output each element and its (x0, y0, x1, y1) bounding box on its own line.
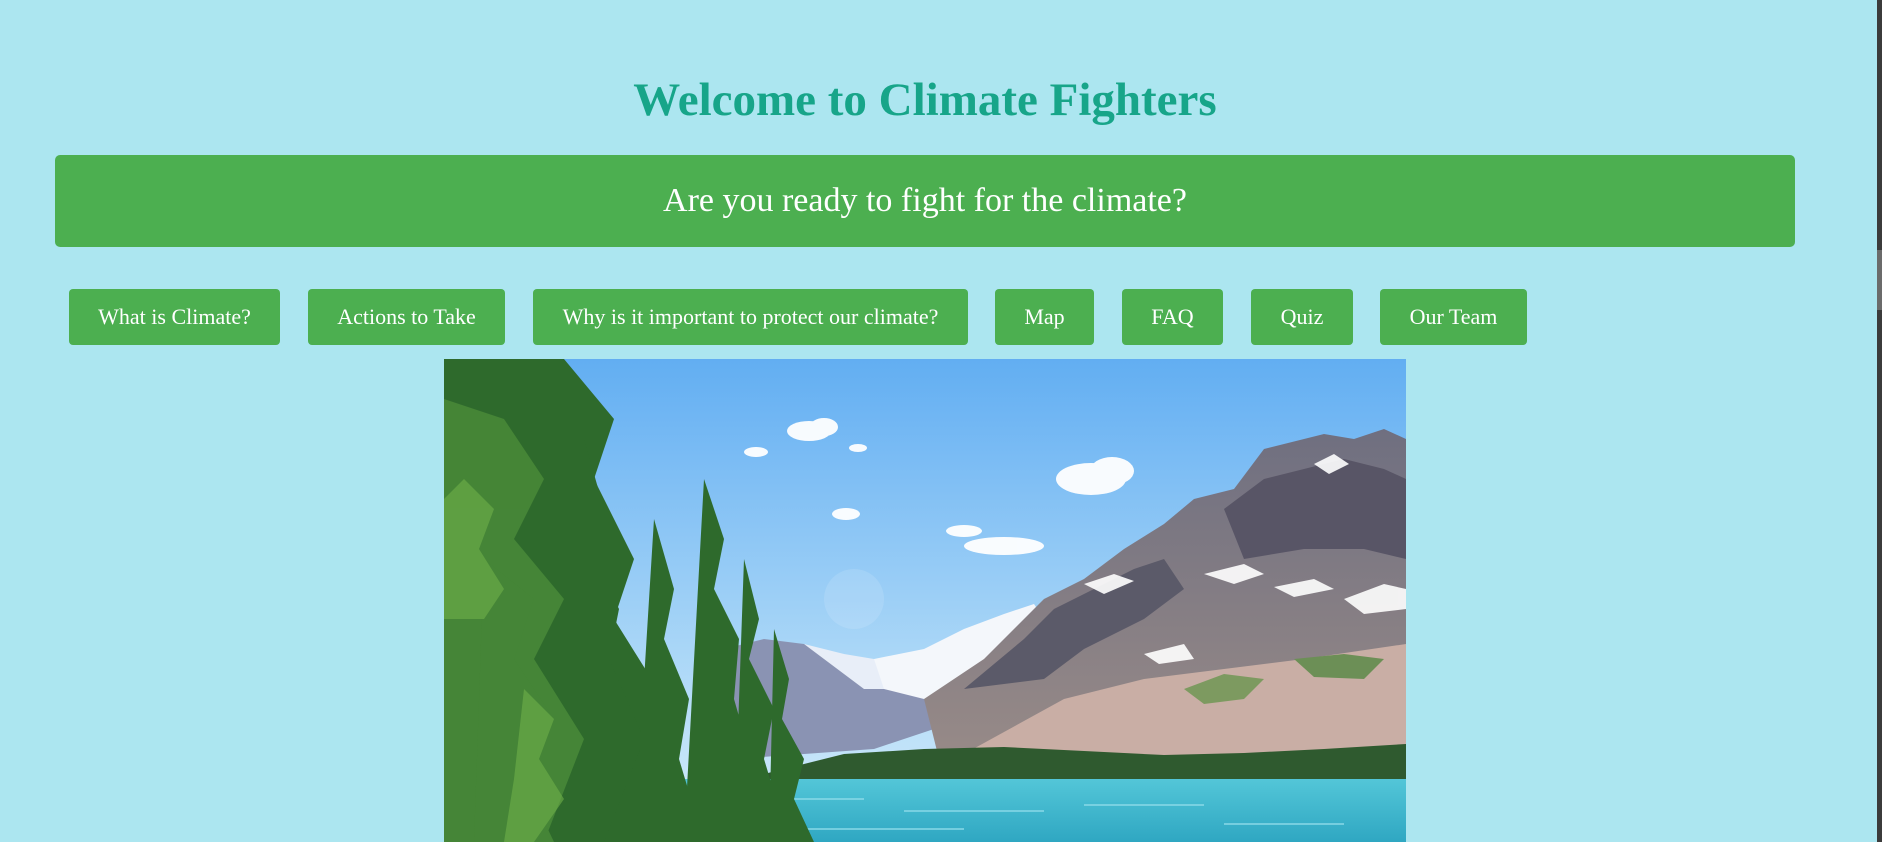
vertical-scrollbar[interactable] (1877, 0, 1882, 842)
main-nav: What is Climate? Actions to Take Why is … (69, 289, 1527, 345)
mountain-lake-image (444, 359, 1406, 842)
hero-banner: Are you ready to fight for the climate? (55, 155, 1795, 247)
scrollbar-thumb[interactable] (1877, 250, 1882, 310)
hero-image (444, 359, 1406, 842)
nav-button-faq[interactable]: FAQ (1122, 289, 1223, 345)
page-title: Welcome to Climate Fighters (633, 74, 1217, 126)
nav-button-quiz[interactable]: Quiz (1251, 289, 1353, 345)
nav-button-why-important[interactable]: Why is it important to protect our clima… (533, 289, 968, 345)
nav-button-map[interactable]: Map (995, 289, 1094, 345)
nav-button-our-team[interactable]: Our Team (1380, 289, 1527, 345)
page: Welcome to Climate Fighters Are you read… (0, 0, 1882, 842)
nav-button-what-is-climate[interactable]: What is Climate? (69, 289, 280, 345)
nav-button-actions-to-take[interactable]: Actions to Take (308, 289, 505, 345)
banner-text: Are you ready to fight for the climate? (663, 182, 1187, 219)
